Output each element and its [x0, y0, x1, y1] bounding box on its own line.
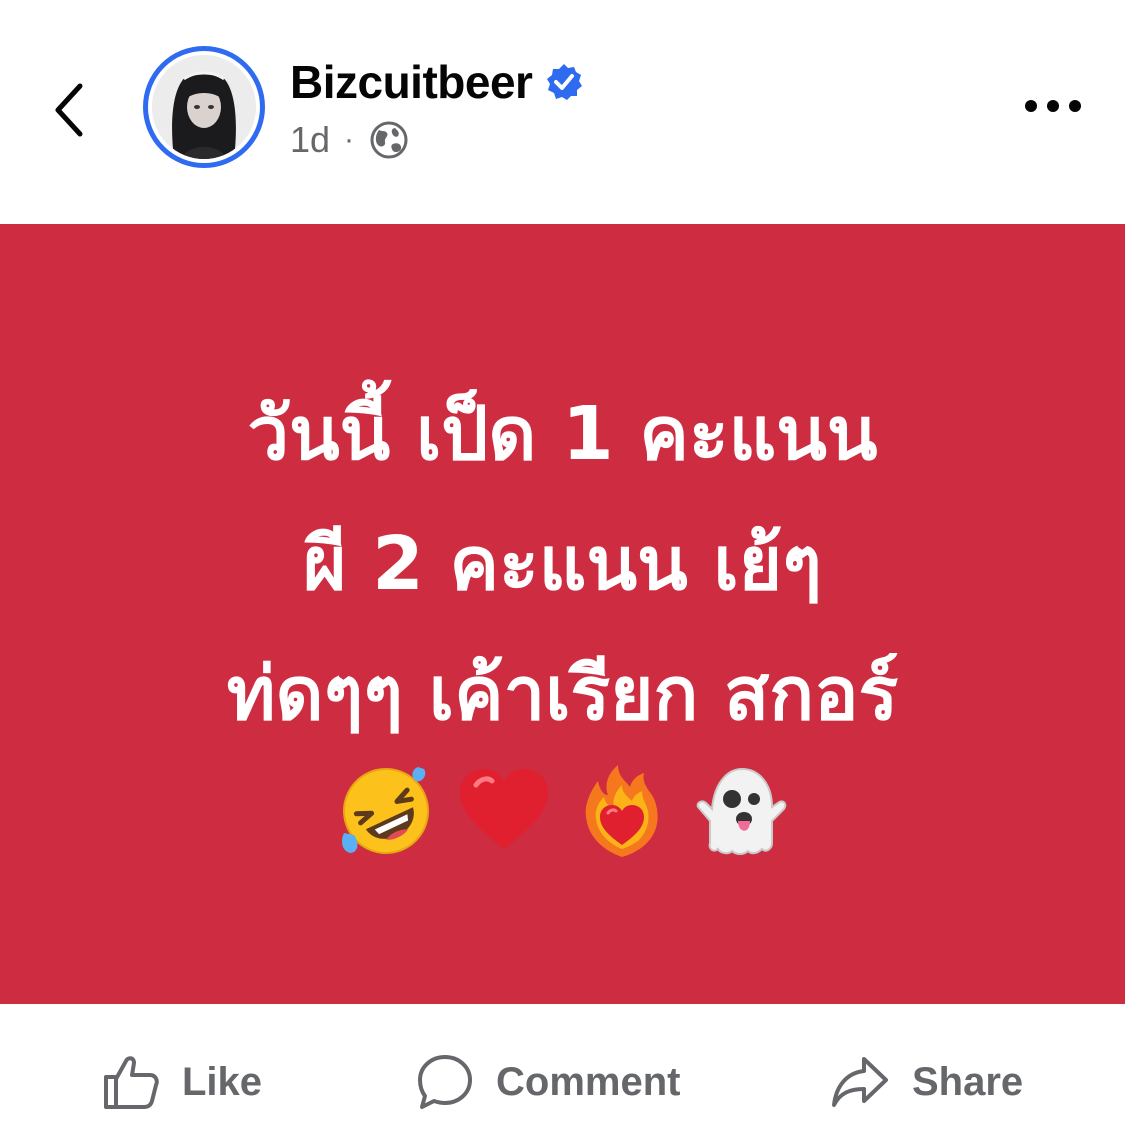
post-text-line: วันนี้ เป็ด 1 คะแนน	[247, 391, 878, 477]
like-button[interactable]: Like	[102, 1044, 262, 1120]
back-button[interactable]	[40, 70, 100, 150]
more-options-button[interactable]	[1018, 84, 1088, 128]
author-name[interactable]: Bizcuitbeer	[290, 55, 533, 109]
share-label: Share	[912, 1059, 1024, 1104]
post-header: Bizcuitbeer 1d ·	[0, 0, 1125, 224]
more-horizontal-icon	[1025, 100, 1081, 112]
red-heart-icon	[456, 763, 552, 859]
chevron-left-icon	[55, 83, 83, 137]
post-text-card: วันนี้ เป็ด 1 คะแนน ผี 2 คะแนน เย้ๆ ท่ดๆ…	[0, 224, 1125, 1004]
ghost-icon	[692, 763, 788, 859]
comment-button[interactable]: Comment	[416, 1044, 680, 1120]
meta-separator: ·	[344, 123, 355, 156]
post-timestamp[interactable]: 1d	[290, 119, 330, 161]
emoji-row	[338, 763, 788, 859]
author-avatar[interactable]	[143, 46, 265, 168]
rolling-laughing-icon	[338, 763, 434, 859]
share-button[interactable]: Share	[830, 1044, 1023, 1120]
post-action-bar: Like Comment Share	[0, 1004, 1125, 1130]
speech-bubble-icon	[418, 1055, 472, 1109]
like-label: Like	[182, 1059, 263, 1104]
thumbs-up-icon	[104, 1056, 159, 1109]
post-meta: 1d ·	[290, 118, 410, 162]
comment-label: Comment	[496, 1059, 681, 1104]
avatar-image	[152, 55, 256, 159]
verified-badge-icon	[544, 62, 584, 102]
heart-on-fire-icon	[574, 763, 670, 859]
share-arrow-icon	[832, 1057, 888, 1107]
author-name-row: Bizcuitbeer	[290, 52, 584, 112]
globe-icon	[368, 119, 410, 161]
post-text-line: ท่ดๆๆ เค้าเรียก สกอร์	[226, 651, 899, 737]
post-text-line: ผี 2 คะแนน เย้ๆ	[303, 521, 822, 607]
